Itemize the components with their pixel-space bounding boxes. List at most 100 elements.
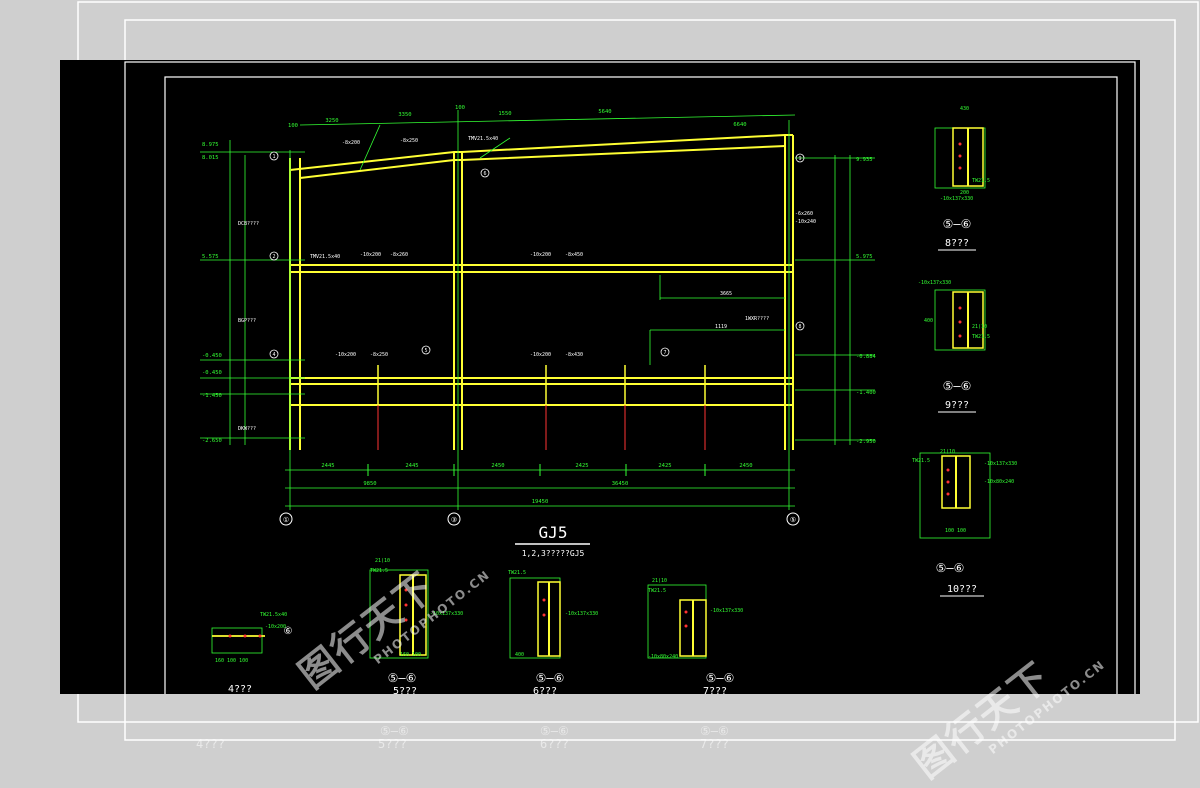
detail-10-note-4: 100 100 [945, 528, 966, 534]
right-note-2: 1119 [715, 324, 727, 330]
elev-right-0: 9.935 [856, 157, 873, 163]
callout-3: 5 [424, 348, 427, 354]
detail-4 [211, 627, 265, 654]
elev-right-2: -0.884 [856, 354, 877, 360]
svg-text:7???: 7??? [700, 737, 729, 751]
detail-9-label: 9??? [945, 400, 969, 411]
right-note-0: 1WXR???? [745, 316, 769, 322]
main-frame-elevation [289, 134, 794, 450]
detail-5-note-1: TW21.5 [370, 568, 388, 574]
detail-8-note-0: 430 [960, 106, 969, 112]
bottom-dim-3: 2425 [575, 463, 588, 469]
detail-10-label: 10??? [947, 584, 977, 595]
top-dim-6: 6640 [733, 122, 746, 128]
svg-text:4???: 4??? [196, 737, 225, 751]
detail-6-note-2: 400 [515, 652, 524, 658]
detail-5-note-0: 21(10 [375, 558, 390, 564]
bottom-dim-0: 2445 [321, 463, 334, 469]
detail-8-section: ⑤—⑥ [943, 217, 972, 231]
detail-7-label: 7??? [703, 686, 727, 694]
left-note-0: DCB???? [238, 221, 259, 227]
detail-6-label: 6??? [533, 686, 557, 694]
left-note-1: BGP??? [238, 318, 256, 324]
elev-left-3: -0.450 [202, 353, 222, 359]
elev-left-5: -1.450 [202, 393, 222, 399]
cad-drawing-sheet: ① ③ ⑤ GJ5 1,2,3?????GJ5 100 3250 3350 10… [60, 60, 1140, 694]
elev-left-6: -2.650 [202, 438, 222, 444]
detail-4-section: ⑥ [284, 626, 293, 637]
detail-7-note-3: -10x80x240 [648, 654, 678, 660]
elev-left-2: 5.575 [202, 254, 219, 260]
detail-10 [919, 452, 991, 539]
detail-7-note-1: TW21.5 [648, 588, 666, 594]
cad-canvas: ① ③ ⑤ GJ5 1,2,3?????GJ5 100 3250 3350 10… [124, 61, 1136, 694]
detail-9-section: ⑤—⑥ [943, 379, 972, 393]
inner-frame [164, 76, 1118, 694]
detail-7-section: ⑤—⑥ [706, 671, 735, 685]
member-label-7: -8x250 [370, 352, 388, 358]
axis-label-5: ⑤ [790, 516, 796, 524]
detail-5-label: 5??? [393, 686, 417, 694]
svg-text:5???: 5??? [378, 737, 407, 751]
detail-9-note-3: 400 [924, 318, 933, 324]
bottom-dim-2: 2450 [491, 463, 504, 469]
dimension-lines [200, 110, 875, 510]
axis-label-3: ③ [451, 516, 457, 524]
detail-8-note-2: -10x137x330 [940, 196, 973, 202]
detail-9-note-1: 21(10 [972, 324, 987, 330]
detail-8-note-1: TW21.5 [972, 178, 990, 184]
elev-right-3: -1.400 [856, 390, 876, 396]
member-label-11: TMV21.5x40 [310, 254, 340, 260]
detail-9 [934, 289, 986, 351]
top-dim-0: 100 [288, 123, 298, 129]
elev-right-1: 5.975 [856, 254, 873, 260]
member-label-9: -8x430 [565, 352, 583, 358]
detail-8-label: 8??? [945, 238, 969, 249]
bottom-dim-1: 2445 [405, 463, 418, 469]
member-label-5: -8x450 [565, 252, 583, 258]
detail-7 [647, 584, 707, 659]
top-dim-5: 5640 [598, 109, 611, 115]
callout-6: 8 [798, 324, 801, 330]
member-label-4: -10x200 [530, 252, 551, 258]
callout-1: 2 [272, 254, 275, 260]
detail-10-note-1: TW21.5 [912, 458, 930, 464]
overall-dim-0: 9850 [363, 481, 376, 487]
right-note-1: 3665 [720, 291, 732, 297]
detail-9-note-0: -10x137x330 [918, 280, 951, 286]
detail-4-note-1: TW21.5x40 [260, 612, 287, 618]
anchor-lines [377, 405, 706, 450]
detail-4-label: 4??? [228, 684, 252, 694]
callout-2: 4 [272, 352, 275, 358]
detail-5-note-3: 160 100 [400, 652, 421, 658]
member-label-3: -8x260 [390, 252, 408, 258]
member-label-2: -10x200 [360, 252, 381, 258]
detail-5-section: ⑤—⑥ [388, 671, 417, 685]
detail-10-section: ⑤—⑥ [936, 561, 965, 575]
member-label-1: -8x250 [400, 138, 418, 144]
drawing-title: GJ5 [539, 523, 568, 542]
detail-7-note-0: 21(10 [652, 578, 667, 584]
detail-10-note-0: 21(10 [940, 449, 955, 455]
callout-0: 1 [272, 154, 275, 160]
detail-5 [369, 569, 429, 659]
top-dim-2: 3350 [398, 112, 411, 118]
detail-6-note-0: TW21.5 [508, 570, 526, 576]
bottom-dim-5: 2450 [739, 463, 752, 469]
svg-text:⑤—⑥: ⑤—⑥ [540, 724, 569, 738]
detail-4-note-2: 160 100 100 [215, 658, 248, 664]
detail-6-section: ⑤—⑥ [536, 671, 565, 685]
member-label-10: TMV21.5x40 [468, 136, 498, 142]
elev-left-1: 8.015 [202, 155, 219, 161]
detail-7-note-2: -10x137x330 [710, 608, 743, 614]
callout-4: 6 [483, 171, 486, 177]
svg-text:⑤—⑥: ⑤—⑥ [380, 724, 409, 738]
detail-8-note-3: 200 [960, 190, 969, 196]
callout-7: 9 [798, 156, 801, 162]
detail-10-note-2: -10x137x330 [984, 461, 1017, 467]
drawing-subtitle: 1,2,3?????GJ5 [522, 549, 585, 558]
bottom-dim-4: 2425 [658, 463, 671, 469]
overall-dim-1: 36450 [612, 481, 629, 487]
detail-5-note-2: -10x137x330 [430, 611, 463, 617]
member-label-13: -10x240 [795, 219, 816, 225]
